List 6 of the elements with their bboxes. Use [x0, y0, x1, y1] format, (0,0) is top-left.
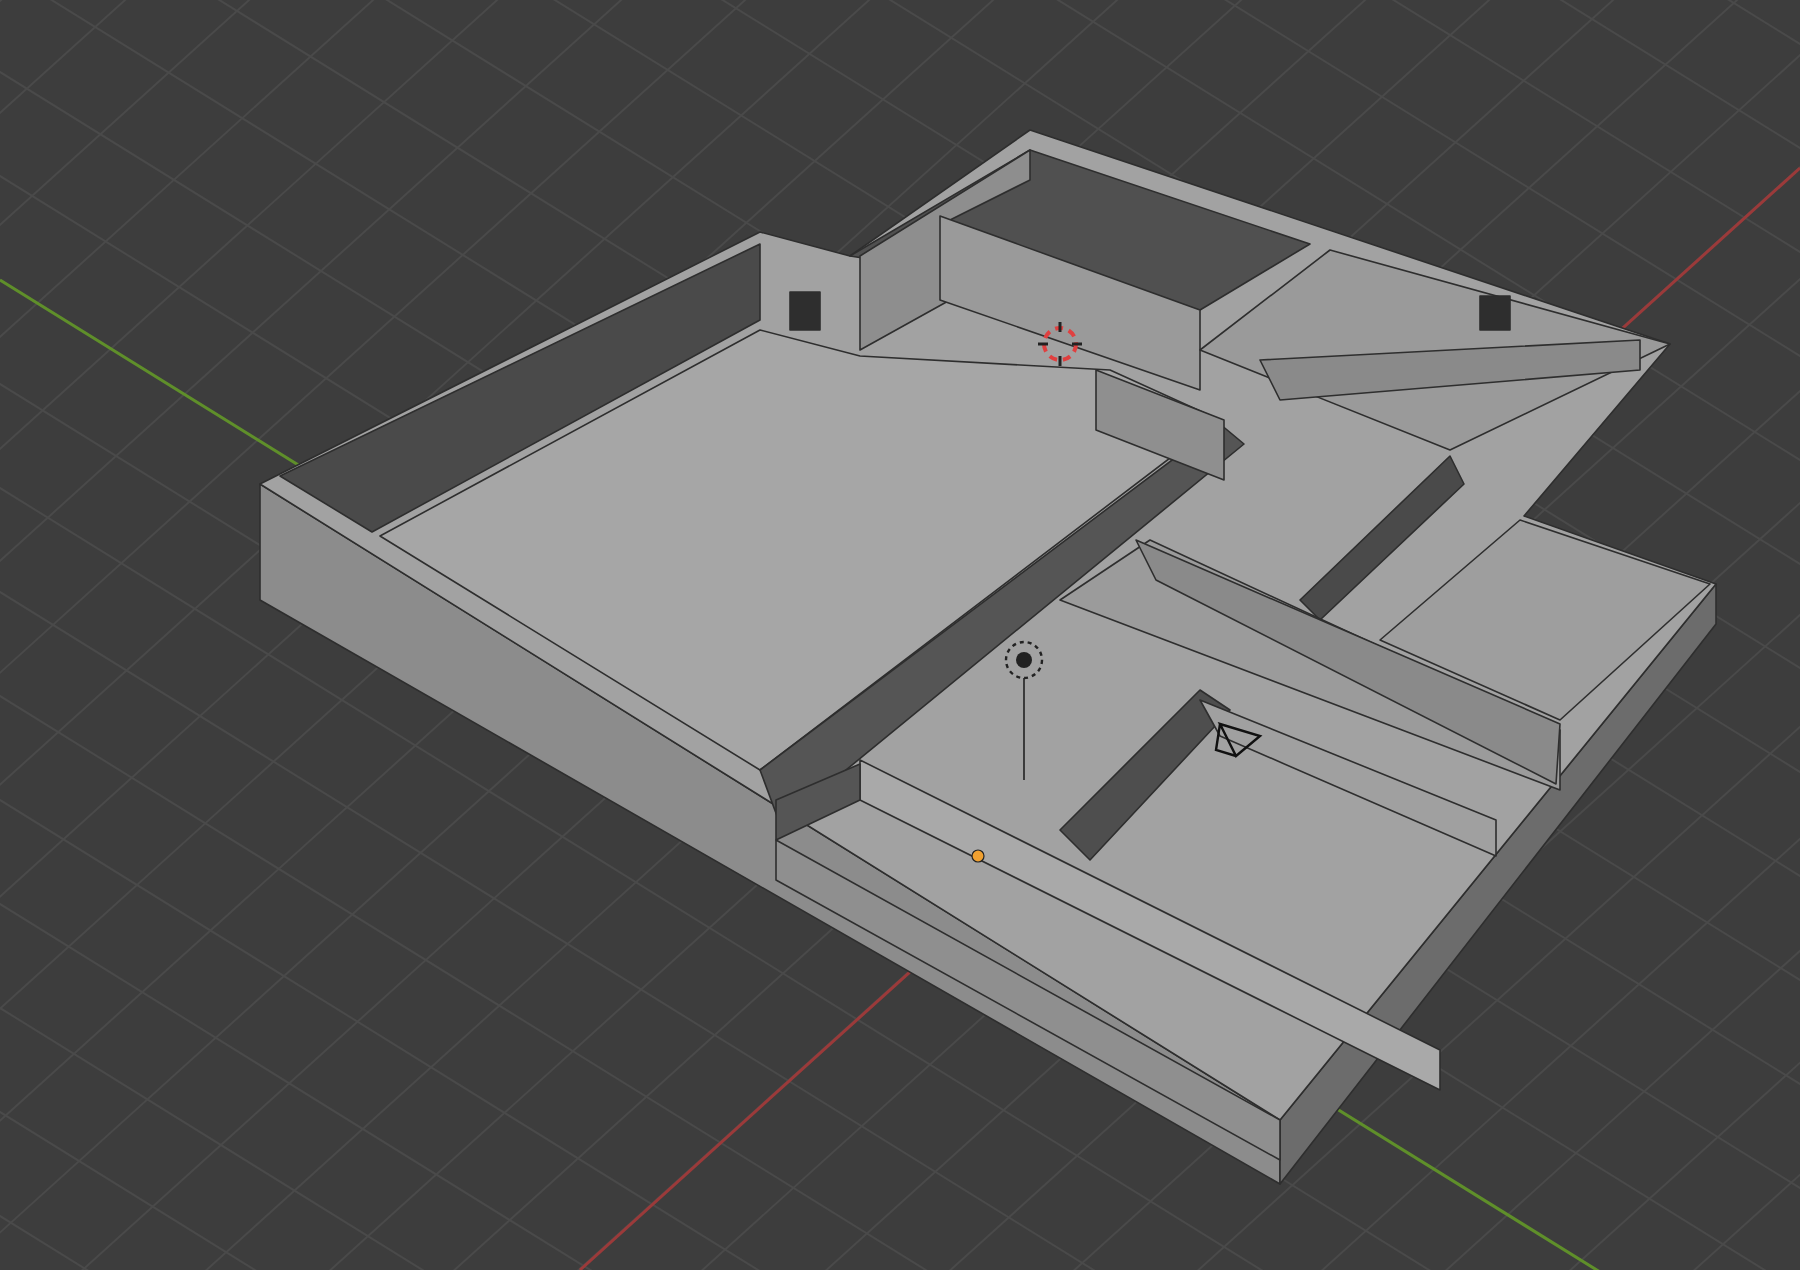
camera-icon[interactable] [1214, 722, 1263, 758]
3d-cursor-icon[interactable] [1036, 320, 1084, 368]
floor-plan-model-drawing[interactable] [259, 129, 1717, 1185]
light-icon[interactable] [1004, 640, 1044, 781]
viewport-3d[interactable] [0, 0, 1800, 1270]
origin-point-icon [971, 849, 985, 863]
